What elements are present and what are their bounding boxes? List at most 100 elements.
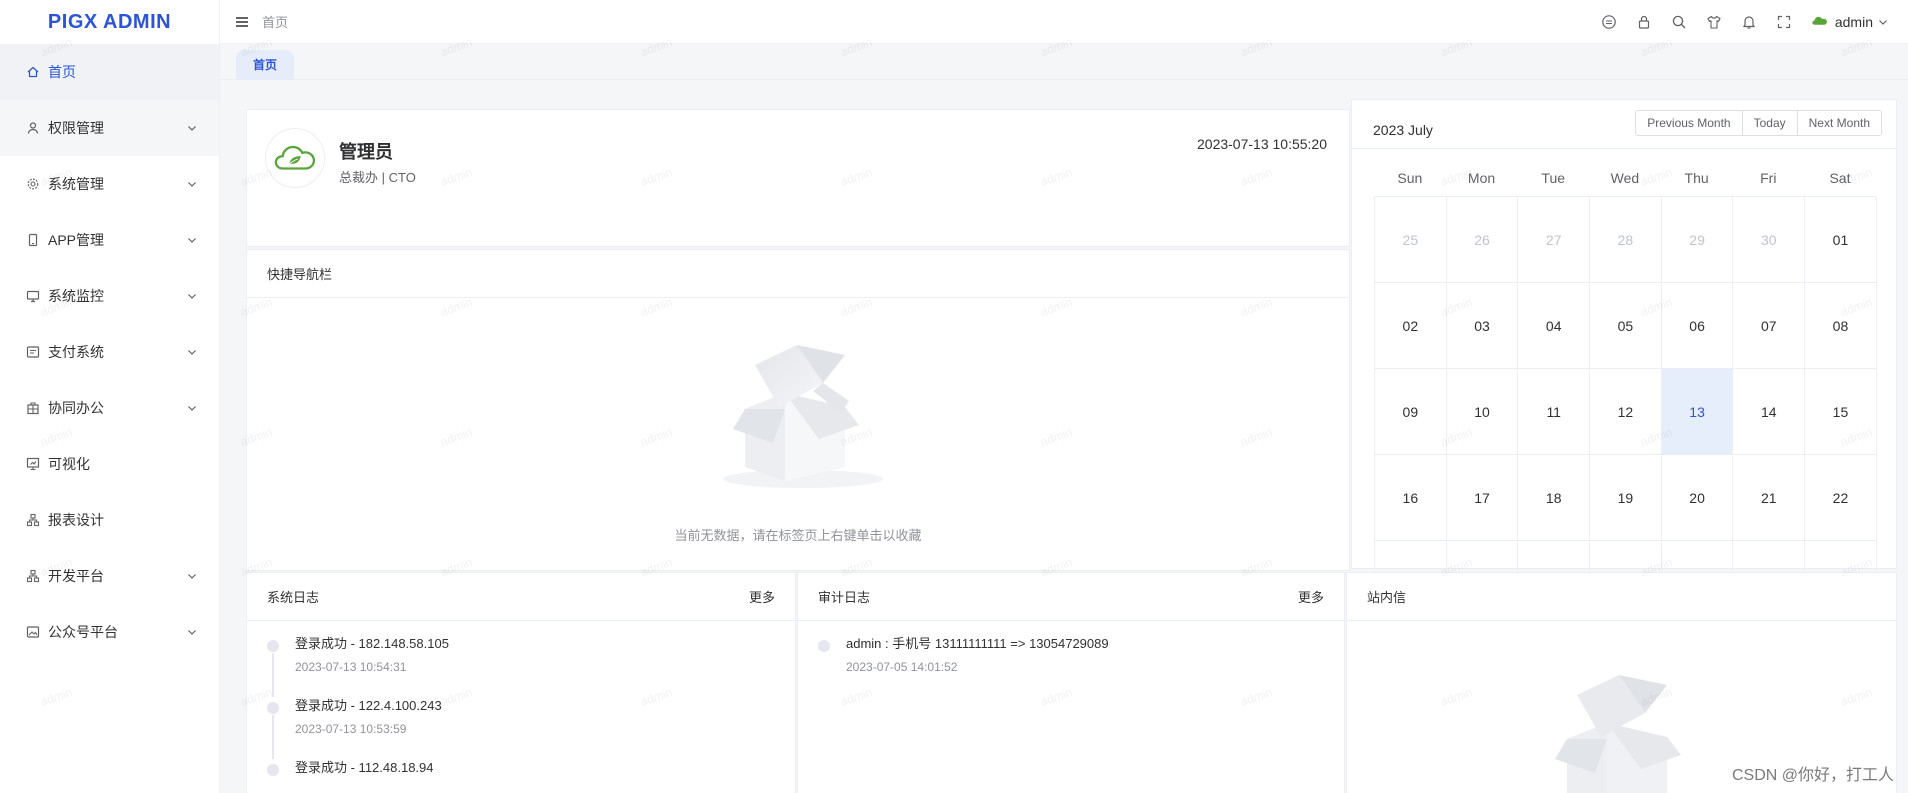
- calendar-weekday: Wed: [1610, 170, 1640, 186]
- messages-header: 站内信: [1347, 573, 1896, 621]
- calendar-divider: [1352, 148, 1896, 149]
- calendar-day[interactable]: 18: [1518, 455, 1591, 541]
- monitor-icon: [26, 290, 40, 303]
- timeline-text: 登录成功 - 182.148.58.105: [295, 636, 449, 651]
- sidebar-item-5[interactable]: 支付系统: [0, 324, 219, 380]
- top-header: 首页 admin: [220, 0, 1908, 44]
- org-chart-icon: [26, 513, 40, 527]
- sidebar-item-2[interactable]: 系统管理: [0, 156, 219, 212]
- timeline-dot: [267, 764, 279, 776]
- next-month-button[interactable]: Next Month: [1796, 111, 1881, 135]
- user-info-card: 管理员 总裁办 | CTO 2023-07-13 10:55:20: [246, 109, 1350, 247]
- audit-log-more-link[interactable]: 更多: [1298, 587, 1324, 606]
- cloud-leaf-icon: [274, 145, 316, 170]
- gear-icon: [27, 178, 39, 190]
- calendar-day[interactable]: 29: [1661, 197, 1734, 283]
- calendar-weekday: Fri: [1760, 170, 1777, 186]
- chevron-down-icon: [188, 574, 196, 579]
- today-button[interactable]: Today: [1741, 111, 1797, 135]
- quick-nav-title: 快捷导航栏: [267, 267, 333, 282]
- calendar-weekday: Thu: [1684, 170, 1709, 186]
- fullscreen-icon[interactable]: [1776, 14, 1792, 30]
- sidebar-item-4[interactable]: 系统监控: [0, 268, 219, 324]
- audit-log-header: 审计日志 更多: [798, 573, 1344, 621]
- sidebar-item-label: 开发平台: [48, 568, 104, 584]
- calendar-day[interactable]: 27: [1518, 197, 1591, 283]
- sidebar: PIGX ADMIN 首页权限管理系统管理 APP管理 系统监控 支付系统 协同办公 可视…: [0, 0, 220, 793]
- calendar-day[interactable]: 11: [1518, 369, 1591, 455]
- calendar-day[interactable]: 09: [1375, 369, 1447, 455]
- calendar-day[interactable]: 01: [1805, 197, 1877, 283]
- calendar-day[interactable]: 30: [1733, 197, 1806, 283]
- calendar-day[interactable]: 17: [1446, 455, 1519, 541]
- tab-home[interactable]: 首页: [236, 50, 295, 80]
- csdn-credit: CSDN @你好，打工人: [1731, 767, 1894, 784]
- sidebar-item-3[interactable]: APP管理: [0, 212, 219, 268]
- calendar-day[interactable]: 04: [1518, 283, 1591, 369]
- calendar-day[interactable]: 03: [1446, 283, 1519, 369]
- theme-shirt-icon[interactable]: [1706, 14, 1722, 30]
- calendar-day[interactable]: 16: [1375, 455, 1447, 541]
- breadcrumb[interactable]: 首页: [262, 12, 288, 31]
- prev-month-button[interactable]: Previous Month: [1636, 111, 1742, 135]
- calendar-day[interactable]: 08: [1805, 283, 1877, 369]
- sidebar-item-9[interactable]: 开发平台: [0, 548, 219, 604]
- sidebar-item-10[interactable]: 公众号平台: [0, 604, 219, 660]
- office-icon: [27, 402, 39, 415]
- timeline-dot: [818, 640, 830, 652]
- app-logo[interactable]: PIGX ADMIN: [0, 0, 219, 44]
- chevron-down-icon: [188, 630, 196, 635]
- calendar-day[interactable]: 19: [1590, 455, 1662, 541]
- calendar-title: 2023 July: [1373, 122, 1433, 138]
- sidebar-item-1[interactable]: 权限管理: [0, 100, 219, 156]
- user-icon: [27, 122, 39, 134]
- calendar-day[interactable]: 22: [1805, 455, 1877, 541]
- sidebar-item-0[interactable]: 首页: [0, 44, 219, 100]
- calendar-nav: Previous Month Today Next Month: [1635, 110, 1882, 136]
- calendar-day[interactable]: 14: [1733, 369, 1806, 455]
- calendar-day[interactable]: 02: [1375, 283, 1447, 369]
- user-avatar: [265, 128, 325, 188]
- calendar-day[interactable]: 20: [1661, 455, 1734, 541]
- lock-icon[interactable]: [1636, 14, 1652, 30]
- calendar-day[interactable]: 05: [1590, 283, 1662, 369]
- chevron-down-icon: [188, 406, 196, 411]
- translate-icon[interactable]: [1601, 14, 1617, 30]
- calendar-days: 25 26 27 28 29 30 01 02 03 04 05 06 07 08 09 10 11 12 13 14…: [1374, 196, 1877, 627]
- hamburger-icon[interactable]: [234, 14, 250, 30]
- sidebar-item-6[interactable]: 协同办公: [0, 380, 219, 436]
- user-role: 总裁办 | CTO: [339, 170, 416, 185]
- timeline-text: 登录成功 - 112.48.18.94: [295, 760, 434, 775]
- quick-nav-card: 快捷导航栏 当前无数据，请在标签页上右键单击以收藏: [246, 249, 1350, 571]
- chevron-down-icon: [188, 126, 196, 131]
- timeline-item: 登录成功 - 112.48.18.94: [267, 759, 449, 793]
- calendar-day[interactable]: 06: [1661, 283, 1734, 369]
- calendar-day[interactable]: 21: [1733, 455, 1806, 541]
- bell-icon[interactable]: [1741, 14, 1757, 30]
- system-log-card: 系统日志 更多 登录成功 - 182.148.58.105 2023-07-13 …: [246, 572, 796, 793]
- sidebar-item-8[interactable]: 报表设计: [0, 492, 219, 548]
- calendar-day[interactable]: 10: [1446, 369, 1519, 455]
- calendar-day[interactable]: 26: [1446, 197, 1519, 283]
- user-menu[interactable]: admin: [1811, 13, 1888, 31]
- timeline-line: [272, 653, 274, 697]
- header-actions: admin: [1582, 0, 1888, 44]
- sidebar-item-label: 权限管理: [48, 120, 104, 136]
- calendar-day[interactable]: 12: [1590, 369, 1662, 455]
- calendar-day[interactable]: 15: [1805, 369, 1877, 455]
- calendar-day[interactable]: 25: [1375, 197, 1447, 283]
- timeline-dot: [267, 702, 279, 714]
- home-icon: [27, 66, 39, 78]
- timeline-time: 2023-07-13 10:54:31: [295, 660, 407, 674]
- chevron-down-icon: [188, 294, 196, 299]
- system-log-more-link[interactable]: 更多: [749, 587, 775, 606]
- timeline-item: admin : 手机号 13111111111 => 13054729089 20…: [818, 635, 1109, 697]
- calendar-day[interactable]: 28: [1590, 197, 1662, 283]
- calendar-day-today[interactable]: 13: [1661, 369, 1734, 455]
- search-icon[interactable]: [1671, 14, 1687, 30]
- calendar-day[interactable]: 07: [1733, 283, 1806, 369]
- chevron-down-icon: [188, 182, 196, 187]
- chevron-down-icon: [188, 238, 196, 243]
- sidebar-item-7[interactable]: 可视化: [0, 436, 219, 492]
- sidebar-item-label: 系统管理: [48, 176, 104, 192]
